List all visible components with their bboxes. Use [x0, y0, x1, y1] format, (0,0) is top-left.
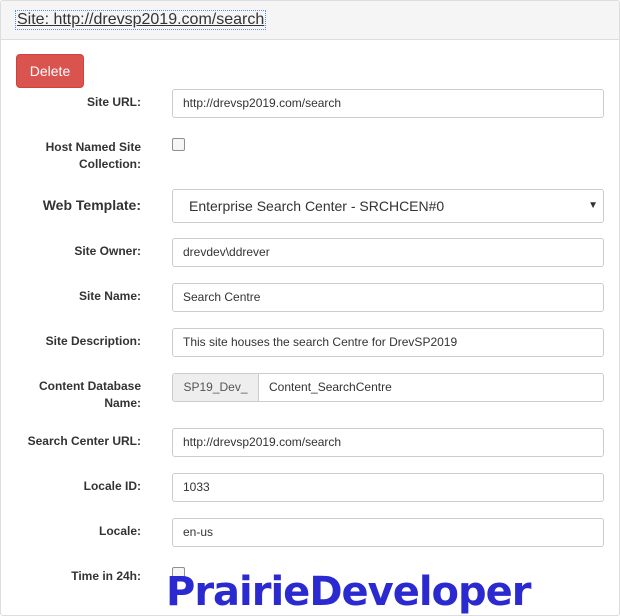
site-url-input[interactable]: http://drevsp2019.com/search	[172, 89, 604, 118]
search-center-url-input[interactable]: http://drevsp2019.com/search	[172, 428, 604, 457]
content-db-label: Content Database Name:	[38, 379, 141, 410]
site-description-label: Site Description:	[45, 334, 141, 348]
site-name-input[interactable]: Search Centre	[172, 283, 604, 312]
search-center-url-label: Search Center URL:	[27, 434, 141, 448]
content-db-input[interactable]: Content_SearchCentre	[258, 373, 604, 402]
site-title-link[interactable]: Site: http://drevsp2019.com/search	[14, 10, 267, 30]
site-description-input[interactable]: This site houses the search Centre for D…	[172, 328, 604, 357]
locale-id-label: Locale ID:	[83, 479, 141, 493]
host-named-label: Host Named Site Collection:	[45, 140, 141, 171]
caret-down-icon: ▼	[588, 200, 598, 211]
locale-id-input[interactable]: 1033	[172, 473, 604, 502]
web-template-label: Web Template:	[42, 197, 141, 213]
site-owner-input[interactable]: drevdev\ddrever	[172, 238, 604, 267]
delete-button[interactable]: Delete	[16, 54, 84, 88]
site-owner-label: Site Owner:	[74, 244, 141, 258]
time-24h-label: Time in 24h:	[71, 569, 141, 583]
host-named-checkbox[interactable]	[172, 138, 185, 151]
locale-label: Locale:	[98, 524, 141, 538]
site-url-label: Site URL:	[87, 95, 141, 109]
site-name-label: Site Name:	[78, 289, 141, 303]
panel-heading: Site: http://drevsp2019.com/search	[1, 1, 619, 40]
watermark-logo: PrairieDeveloper	[166, 569, 532, 615]
site-panel: Site: http://drevsp2019.com/search Delet…	[0, 0, 620, 616]
content-db-prefix: SP19_Dev_	[172, 373, 259, 402]
web-template-select[interactable]: Enterprise Search Center - SRCHCEN#0 ▼	[172, 189, 604, 223]
locale-input[interactable]: en-us	[172, 518, 604, 547]
web-template-value: Enterprise Search Center - SRCHCEN#0	[189, 198, 445, 214]
